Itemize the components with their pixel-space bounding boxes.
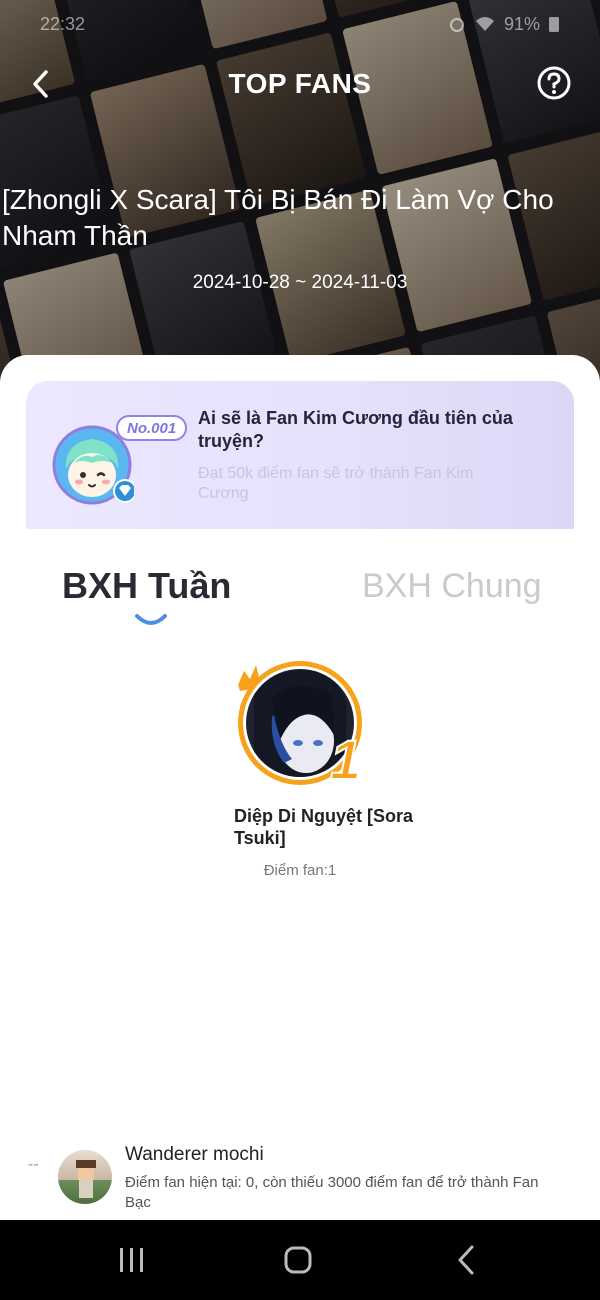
ranking-tabs: BXH Tuần BXH Chung: [0, 561, 600, 631]
top-fan-avatar: 1: [238, 661, 362, 792]
my-ranking-row[interactable]: -- Wanderer mochi Điểm fan hiện tại: 0, …: [0, 1142, 600, 1220]
story-title: [Zhongli X Scara] Tôi Bị Bán Đi Làm Vợ C…: [2, 184, 554, 251]
home-icon: [284, 1246, 312, 1274]
promo-title: Ai sẽ là Fan Kim Cương đầu tiên của truy…: [198, 408, 513, 451]
battery-level: 91%: [503, 13, 540, 34]
status-time: 22:32: [40, 13, 86, 34]
top-bar: TOP FANS: [0, 60, 600, 108]
wifi-icon: [475, 17, 494, 31]
rank-badge: No.001: [116, 415, 188, 441]
top-fan-1[interactable]: 1: [234, 655, 374, 795]
my-rank: --: [28, 1156, 39, 1173]
system-nav-bar: [0, 1220, 600, 1300]
battery-icon: [549, 17, 559, 32]
recents-icon: [120, 1248, 143, 1272]
help-icon: [537, 66, 571, 100]
nav-back-button[interactable]: [448, 1242, 488, 1278]
ranking-panel: No.001 Ai sẽ là Fan Kim Cương đầu tiên c…: [0, 355, 600, 1220]
top-fan-score: Điểm fan:1: [263, 862, 337, 879]
hero-header: 22:32 91% TOP FANS [Zhongli X Scara] Tôi…: [0, 0, 600, 400]
my-name: Wanderer mochi: [125, 1144, 264, 1165]
help-button[interactable]: [536, 65, 572, 101]
date-range: 2024-10-28 ~ 2024-11-03: [192, 272, 408, 293]
recents-button[interactable]: [112, 1242, 152, 1278]
page-title: TOP FANS: [228, 68, 372, 99]
alarm-icon: [449, 18, 464, 32]
my-fan-progress: Điểm fan hiện tại: 0, còn thiếu 3000 điể…: [125, 1174, 539, 1211]
tab-overall-ranking[interactable]: BXH Chung: [362, 567, 542, 606]
status-bar: 22:32 91%: [40, 12, 560, 36]
rank-number: 1: [330, 728, 361, 791]
top-fan-name: Diệp Di Nguyệt [Sora Tsuki]: [234, 806, 414, 848]
home-button[interactable]: [278, 1242, 318, 1278]
diamond-fan-banner: No.001 Ai sẽ là Fan Kim Cương đầu tiên c…: [26, 381, 574, 529]
nav-back-icon: [458, 1245, 474, 1275]
tab-indicator: [135, 614, 167, 625]
my-avatar: [58, 1150, 112, 1204]
tab-weekly-ranking[interactable]: BXH Tuần: [62, 565, 231, 607]
promo-subtitle: Đạt 50k điểm fan sẽ trở thành Fan Kim Cư…: [198, 465, 474, 502]
